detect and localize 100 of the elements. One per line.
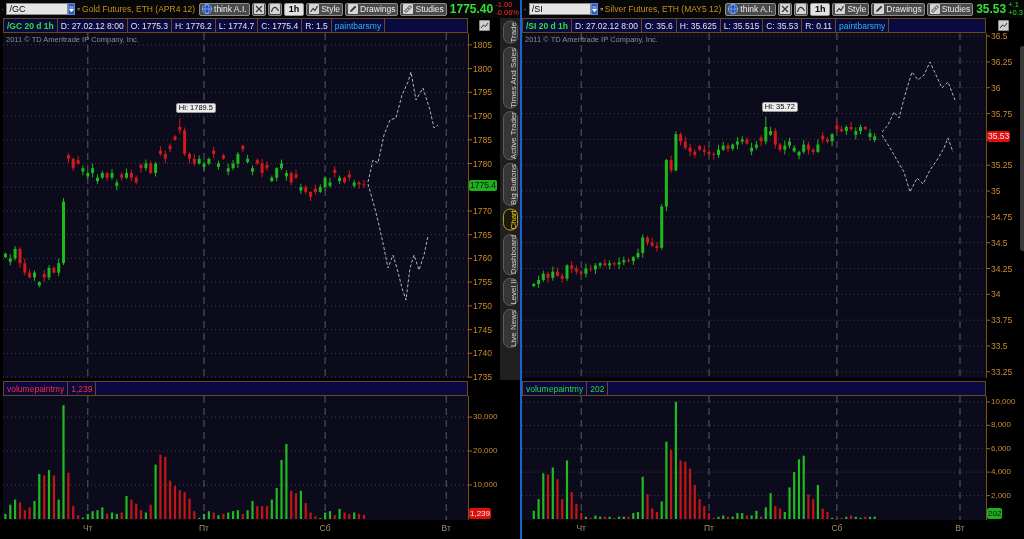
crossed-lines-icon (779, 4, 790, 14)
bar (575, 503, 578, 519)
bar (693, 485, 696, 519)
bar (183, 492, 186, 519)
bar (91, 511, 94, 519)
side-tab[interactable]: Chart (502, 209, 518, 231)
bar (149, 504, 152, 519)
globe-icon (202, 4, 212, 14)
bar (261, 506, 264, 519)
price-axis-label: 1805 (473, 39, 492, 50)
side-tab[interactable]: Big Buttons (502, 163, 518, 207)
volume-axis-label: 8,000 (991, 420, 1012, 431)
crossed-lines-tool-button[interactable] (251, 2, 266, 16)
price-axis-label: 1750 (473, 300, 492, 311)
bar (698, 499, 701, 519)
style-button[interactable]: Style (306, 2, 344, 16)
side-tab[interactable]: Active Trader (502, 111, 518, 161)
bar (357, 513, 361, 519)
style-button[interactable]: Style (832, 2, 870, 16)
bar (294, 493, 298, 519)
side-panel-handle[interactable] (1020, 46, 1024, 251)
bar (125, 495, 128, 519)
crossed-lines-tool-button[interactable] (777, 2, 792, 16)
price-axis-label: 1745 (473, 324, 492, 335)
last-price: 35.53 (976, 2, 1007, 16)
bar (4, 513, 7, 519)
volume-reading-badge: 1,239 (469, 508, 492, 519)
bar (594, 515, 597, 519)
side-tab[interactable]: Trade (502, 21, 518, 44)
study-name: volumepaintmy (4, 382, 69, 395)
bar (802, 455, 805, 519)
interval-button[interactable]: 1h (809, 2, 831, 16)
bar (202, 513, 206, 519)
info-field: L: 1774.7 (215, 19, 259, 32)
side-tab[interactable]: Times And Sales (502, 46, 518, 109)
caret-down-icon (591, 5, 597, 13)
info-field: D: 27.02.12 8:00 (57, 19, 128, 32)
bar (632, 513, 635, 519)
volume-reading: 202 (587, 382, 609, 395)
bar (703, 506, 706, 519)
bar (670, 449, 673, 519)
bar (689, 468, 692, 519)
time-axis-label: Чт (576, 523, 586, 533)
bar (788, 487, 791, 519)
price-axis-label: 35.25 (991, 160, 1013, 171)
studies-button[interactable]: Studies (400, 2, 447, 16)
bar (18, 502, 22, 519)
side-tab[interactable]: Level II (502, 278, 518, 306)
volume-axis-label: 6,000 (991, 443, 1012, 454)
curve-tool-button[interactable] (267, 2, 282, 16)
bar (755, 510, 758, 519)
volume-axis-label: 20,000 (473, 446, 498, 456)
time-axis-label: Чт (83, 523, 93, 533)
bar (556, 479, 559, 519)
studies-button[interactable]: Studies (926, 2, 974, 16)
price-axis-label: 33.5 (991, 341, 1008, 351)
bar (333, 515, 336, 519)
bar (769, 493, 772, 519)
info-field: paintbarsmy (331, 19, 386, 32)
price-axis-label: 1790 (473, 111, 492, 121)
globe-icon (728, 4, 739, 14)
bar (551, 467, 554, 519)
curve-tool-button[interactable] (793, 2, 808, 16)
bar (47, 470, 51, 519)
bar (207, 511, 210, 519)
volume-axis-label: 10,000 (473, 480, 498, 490)
bar (265, 506, 269, 519)
assistant-button[interactable]: think A.I. (725, 2, 776, 16)
symbol-field[interactable]: /SI (528, 3, 591, 15)
price-axis-label: 1785 (473, 134, 492, 145)
side-tab[interactable]: Live News (502, 308, 518, 348)
bar (641, 476, 644, 519)
bar (537, 499, 540, 519)
symbol-dropdown-button[interactable] (68, 3, 76, 15)
interval-button[interactable]: 1h (283, 2, 305, 16)
bar (793, 472, 796, 519)
bar (28, 507, 31, 519)
volume-axis-label: 4,000 (991, 467, 1012, 478)
price-axis-label: 36.5 (991, 31, 1008, 42)
line-chart-icon[interactable] (478, 20, 490, 31)
drawings-button[interactable]: Drawings (871, 2, 925, 16)
bar (665, 441, 668, 519)
bar (826, 512, 829, 519)
line-chart-icon[interactable] (997, 20, 1009, 31)
drawings-button[interactable]: Drawings (345, 2, 399, 16)
bar (222, 513, 225, 519)
bar (338, 508, 341, 519)
symbol-field[interactable]: /GC (6, 3, 69, 15)
info-field: R: 1.5 (302, 19, 332, 32)
bar (660, 501, 663, 519)
bar (542, 473, 545, 519)
price-axis-label: 35.75 (991, 108, 1013, 119)
bar (565, 460, 569, 519)
assistant-button[interactable]: think A.I. (199, 2, 250, 16)
bar (275, 488, 278, 519)
bar (797, 459, 801, 519)
price-axis-label: 1740 (473, 348, 492, 359)
price-axis-label: 33.75 (991, 315, 1013, 326)
bar (193, 511, 196, 519)
side-tab[interactable]: Dashboard (502, 233, 518, 276)
